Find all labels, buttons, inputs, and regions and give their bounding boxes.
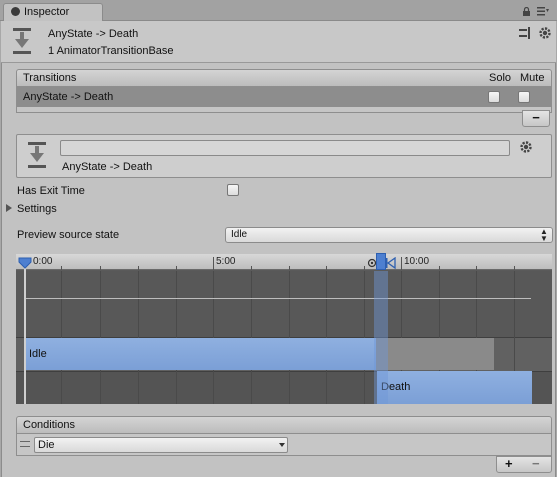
transition-end-handle-icon[interactable] — [386, 257, 396, 269]
transition-icon — [28, 142, 46, 168]
preset-icon[interactable] — [519, 27, 531, 39]
source-clip-active — [24, 338, 376, 370]
chevron-down-icon — [279, 443, 285, 447]
tab-menu-icon[interactable] — [537, 6, 549, 16]
lock-icon[interactable] — [522, 7, 531, 16]
preview-source-label: Preview source state — [17, 229, 120, 241]
has-exit-time-label: Has Exit Time — [17, 185, 85, 197]
settings-foldout-icon[interactable] — [6, 204, 12, 212]
transition-icon — [13, 28, 31, 54]
ruler-tick — [251, 266, 252, 270]
timeline-weight-curve — [25, 298, 531, 299]
ruler-tick — [514, 266, 515, 270]
transition-name-field[interactable] — [60, 140, 510, 156]
drag-handle-icon[interactable] — [20, 441, 30, 447]
mute-column-label: Mute — [520, 72, 545, 84]
gear-icon[interactable] — [538, 26, 552, 40]
transitions-list-header — [16, 69, 552, 87]
ruler-tick — [61, 266, 62, 270]
inspector-tab-icon — [11, 7, 20, 16]
timeline-curve-area — [16, 271, 552, 337]
mute-checkbox[interactable] — [518, 91, 530, 103]
ruler-tick — [439, 266, 440, 270]
ruler-tick-label: 5:00 — [216, 256, 236, 267]
transition-blend-region[interactable] — [374, 271, 388, 404]
ruler-tick-label: 10:00 — [404, 256, 430, 267]
ruler-tick — [401, 257, 402, 270]
header-title: AnyState -> Death — [48, 28, 139, 40]
ruler-tick — [364, 266, 365, 270]
conditions-list-header — [16, 416, 552, 434]
solo-checkbox[interactable] — [488, 91, 500, 103]
ruler-tick — [138, 266, 139, 270]
ruler-tick — [100, 266, 101, 270]
add-condition-button[interactable]: + — [505, 457, 517, 471]
solo-column-label: Solo — [489, 72, 512, 84]
playhead-marker-icon[interactable] — [18, 257, 32, 269]
ruler-tick — [213, 257, 214, 270]
tab-inspector[interactable]: Inspector — [3, 3, 103, 21]
transition-row-label: AnyState -> Death — [23, 91, 114, 103]
remove-transition-button[interactable]: − — [522, 110, 550, 127]
transition-label: AnyState -> Death — [62, 161, 153, 173]
ruler-tick — [176, 266, 177, 270]
transitions-list-footer — [16, 107, 552, 113]
conditions-header-label: Conditions — [23, 419, 75, 431]
has-exit-time-checkbox[interactable] — [227, 184, 239, 196]
ruler-tick — [476, 266, 477, 270]
dropdown-arrows-icon: ▲ ▼ — [540, 227, 548, 243]
ruler-tick — [289, 266, 290, 270]
timeline-ruler[interactable] — [16, 254, 552, 270]
transition-start-handle-icon[interactable] — [376, 253, 386, 270]
condition-parameter-dropdown[interactable]: Die — [34, 437, 288, 453]
gear-icon[interactable] — [519, 140, 533, 154]
remove-condition-button[interactable]: − — [532, 457, 544, 471]
tab-label: Inspector — [24, 6, 70, 18]
timeline-start-line — [24, 262, 26, 404]
preview-source-dropdown[interactable]: Idle — [225, 227, 553, 243]
settings-foldout-label[interactable]: Settings — [17, 203, 57, 215]
ruler-tick — [326, 266, 327, 270]
transitions-header-label: Transitions — [23, 72, 77, 84]
source-clip-label: Idle — [29, 348, 47, 360]
ruler-tick-label: 0:00 — [33, 256, 53, 267]
header-subtitle: 1 AnimatorTransitionBase — [48, 45, 174, 57]
